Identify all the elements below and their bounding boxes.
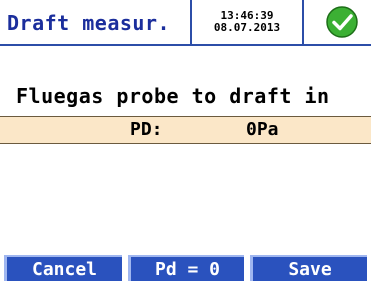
softkey-bar: Cancel Pd = 0 Save [0, 255, 371, 281]
status-panel [302, 0, 371, 46]
clock-panel: 13:46:39 08.07.2013 [192, 0, 302, 46]
clock-time: 13:46:39 [220, 9, 274, 22]
reading-value: 0Pa [246, 119, 279, 140]
header-bar: Draft measur. 13:46:39 08.07.2013 [0, 0, 371, 46]
page-title: Draft measur. [7, 11, 171, 35]
reading-label: PD: [130, 119, 163, 140]
cancel-button[interactable]: Cancel [4, 255, 122, 281]
instruction-message: Fluegas probe to draft in [16, 84, 330, 108]
title-panel: Draft measur. [0, 0, 192, 46]
ok-check-icon [326, 6, 358, 38]
pressure-reading-row: PD: 0Pa [0, 116, 371, 144]
save-button[interactable]: Save [250, 255, 367, 281]
clock-date: 08.07.2013 [213, 21, 281, 34]
zero-pressure-button[interactable]: Pd = 0 [128, 255, 244, 281]
